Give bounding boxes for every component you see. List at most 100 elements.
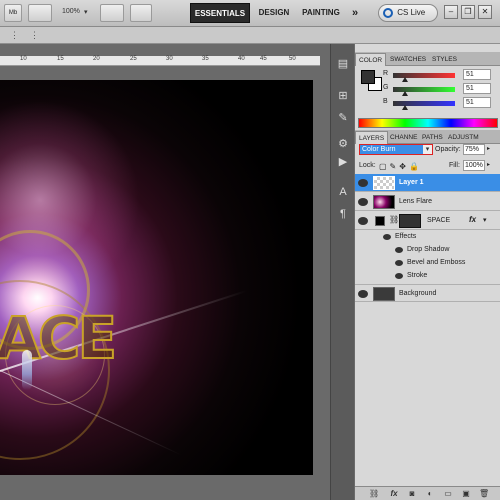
close-button[interactable]: ✕ (478, 5, 492, 19)
view-extras-button[interactable] (28, 4, 52, 22)
cs-live-button[interactable]: CS Live (378, 4, 438, 22)
red-label: R (383, 70, 389, 77)
green-label: G (383, 84, 389, 91)
layer-name: SPACE (427, 217, 451, 224)
layers-bottom-bar: ⛓ fx ◙ ◐ ▭ ▣ 🗑 (355, 486, 500, 500)
blue-value[interactable]: 51 (463, 97, 491, 108)
workspace-painting[interactable]: PAINTING (298, 3, 344, 23)
ruler-tick: 40 (238, 56, 245, 62)
screen-mode-button[interactable] (130, 4, 152, 22)
ruler-tick: 45 (260, 56, 267, 62)
options-bar: ⋮ ⋮ (0, 27, 500, 44)
layer-mask-thumbnail[interactable] (399, 214, 421, 228)
ruler-tick: 10 (20, 56, 27, 62)
tab-color[interactable]: COLOR (355, 53, 387, 66)
add-style-icon[interactable]: fx (389, 489, 399, 499)
info-icon[interactable]: ⊞ (335, 88, 351, 104)
delete-layer-icon[interactable]: 🗑 (479, 489, 489, 499)
ruler-tick: 30 (166, 56, 173, 62)
options-handle-icon: ⋮ (10, 30, 19, 40)
panels-dock: COLOR SWATCHES STYLES R 51 G 51 B 51 LAY… (355, 44, 500, 500)
visibility-eye-icon[interactable] (358, 217, 368, 225)
restore-button[interactable]: ❐ (461, 5, 475, 19)
visibility-eye-icon[interactable] (395, 273, 403, 279)
ruler-tick: 15 (57, 56, 64, 62)
document-canvas[interactable]: ACE (0, 80, 313, 475)
fx-icon[interactable]: fx (469, 215, 476, 224)
blue-knob[interactable] (402, 105, 409, 110)
clone-source-icon[interactable]: ⚙ (335, 136, 351, 152)
tab-swatches[interactable]: SWATCHES (387, 53, 429, 66)
tab-paths[interactable]: PATHS (419, 131, 446, 144)
text-layer-icon (375, 216, 385, 226)
layer-thumbnail (373, 287, 395, 301)
layer-thumbnail (373, 176, 395, 190)
paragraph-icon[interactable]: ¶ (335, 206, 351, 222)
visibility-eye-icon[interactable] (383, 234, 391, 240)
effects-row[interactable]: Effects (355, 230, 500, 243)
zoom-dropdown-icon[interactable]: ▾ (84, 8, 88, 16)
chevron-down-icon[interactable]: ▾ (483, 216, 487, 224)
fill-input[interactable]: 100% (463, 160, 485, 171)
green-slider[interactable]: G 51 (383, 82, 498, 96)
flare-center (22, 350, 32, 390)
layer-name: Lens Flare (399, 198, 433, 205)
foreground-color-swatch[interactable] (361, 70, 375, 84)
fill-arrow-icon[interactable]: ▸ (487, 161, 490, 168)
cs-live-label: CS Live (397, 8, 426, 17)
opacity-arrow-icon[interactable]: ▸ (487, 145, 490, 152)
visibility-eye-icon[interactable] (358, 198, 368, 206)
effect-row-bevel-emboss[interactable]: Bevel and Emboss (355, 256, 500, 269)
color-panel-tabs: COLOR SWATCHES STYLES (355, 52, 500, 66)
link-layers-icon[interactable]: ⛓ (369, 489, 379, 499)
color-spectrum[interactable] (358, 118, 498, 128)
actions-icon[interactable]: ▶ (335, 154, 351, 170)
new-group-icon[interactable]: ▭ (443, 489, 453, 499)
add-mask-icon[interactable]: ◙ (407, 489, 417, 499)
character-icon[interactable]: A (335, 184, 351, 200)
red-slider[interactable]: R 51 (383, 68, 498, 82)
effect-row-stroke[interactable]: Stroke (355, 269, 500, 282)
visibility-eye-icon[interactable] (358, 179, 368, 187)
layer-thumbnail (373, 195, 395, 209)
tab-adjustments[interactable]: ADJUSTM (445, 131, 482, 144)
green-value[interactable]: 51 (463, 83, 491, 94)
blue-label: B (383, 98, 388, 105)
red-value[interactable]: 51 (463, 69, 491, 80)
layer-row-background[interactable]: Background (355, 284, 500, 302)
layer-row-lens-flare[interactable]: Lens Flare (355, 193, 500, 211)
layers-panel-tabs: LAYERS CHANNE PATHS ADJUSTM (355, 130, 500, 144)
bridge-icon[interactable]: Mb (4, 4, 22, 22)
effect-row-drop-shadow[interactable]: Drop Shadow (355, 243, 500, 256)
blend-mode-select[interactable]: Color Burn ▾ (359, 144, 433, 155)
ruler-tick: 50 (289, 56, 296, 62)
workspace-essentials[interactable]: ESSENTIALS (190, 3, 250, 23)
effect-name: Drop Shadow (407, 246, 450, 253)
workspace-design[interactable]: DESIGN (254, 3, 294, 23)
tab-styles[interactable]: STYLES (429, 53, 460, 66)
new-layer-icon[interactable]: ▣ (461, 489, 471, 499)
tab-channels[interactable]: CHANNE (387, 131, 420, 144)
more-workspaces-button[interactable]: » (348, 3, 362, 23)
lock-options-icons[interactable]: ▢✎✥🔒 (379, 162, 422, 171)
ruler-tick: 35 (202, 56, 209, 62)
visibility-eye-icon[interactable] (395, 247, 403, 253)
zoom-level[interactable]: 100% (62, 8, 80, 15)
arrange-documents-button[interactable] (100, 4, 124, 22)
minimize-button[interactable]: – (444, 5, 458, 19)
history-icon[interactable]: ▤ (335, 56, 351, 72)
opacity-input[interactable]: 75% (463, 144, 485, 155)
layer-row-space[interactable]: ⛓ SPACE fx ▾ (355, 212, 500, 230)
application-bar: Mb 100% ▾ ESSENTIALS DESIGN PAINTING » C… (0, 0, 500, 27)
visibility-eye-icon[interactable] (395, 260, 403, 266)
effects-label: Effects (395, 233, 417, 240)
brush-icon[interactable]: ✎ (335, 110, 351, 126)
panel-icon-strip: ▤ ⊞ ✎ ⚙ ▶ A ¶ (330, 44, 354, 500)
blue-slider[interactable]: B 51 (383, 96, 498, 110)
layer-name: Background (399, 290, 437, 297)
layer-row-layer-1[interactable]: Layer 1 (355, 174, 500, 192)
ruler-tick: 20 (93, 56, 100, 62)
visibility-eye-icon[interactable] (358, 290, 368, 298)
adjustment-layer-icon[interactable]: ◐ (425, 489, 435, 499)
tab-layers[interactable]: LAYERS (355, 131, 389, 144)
